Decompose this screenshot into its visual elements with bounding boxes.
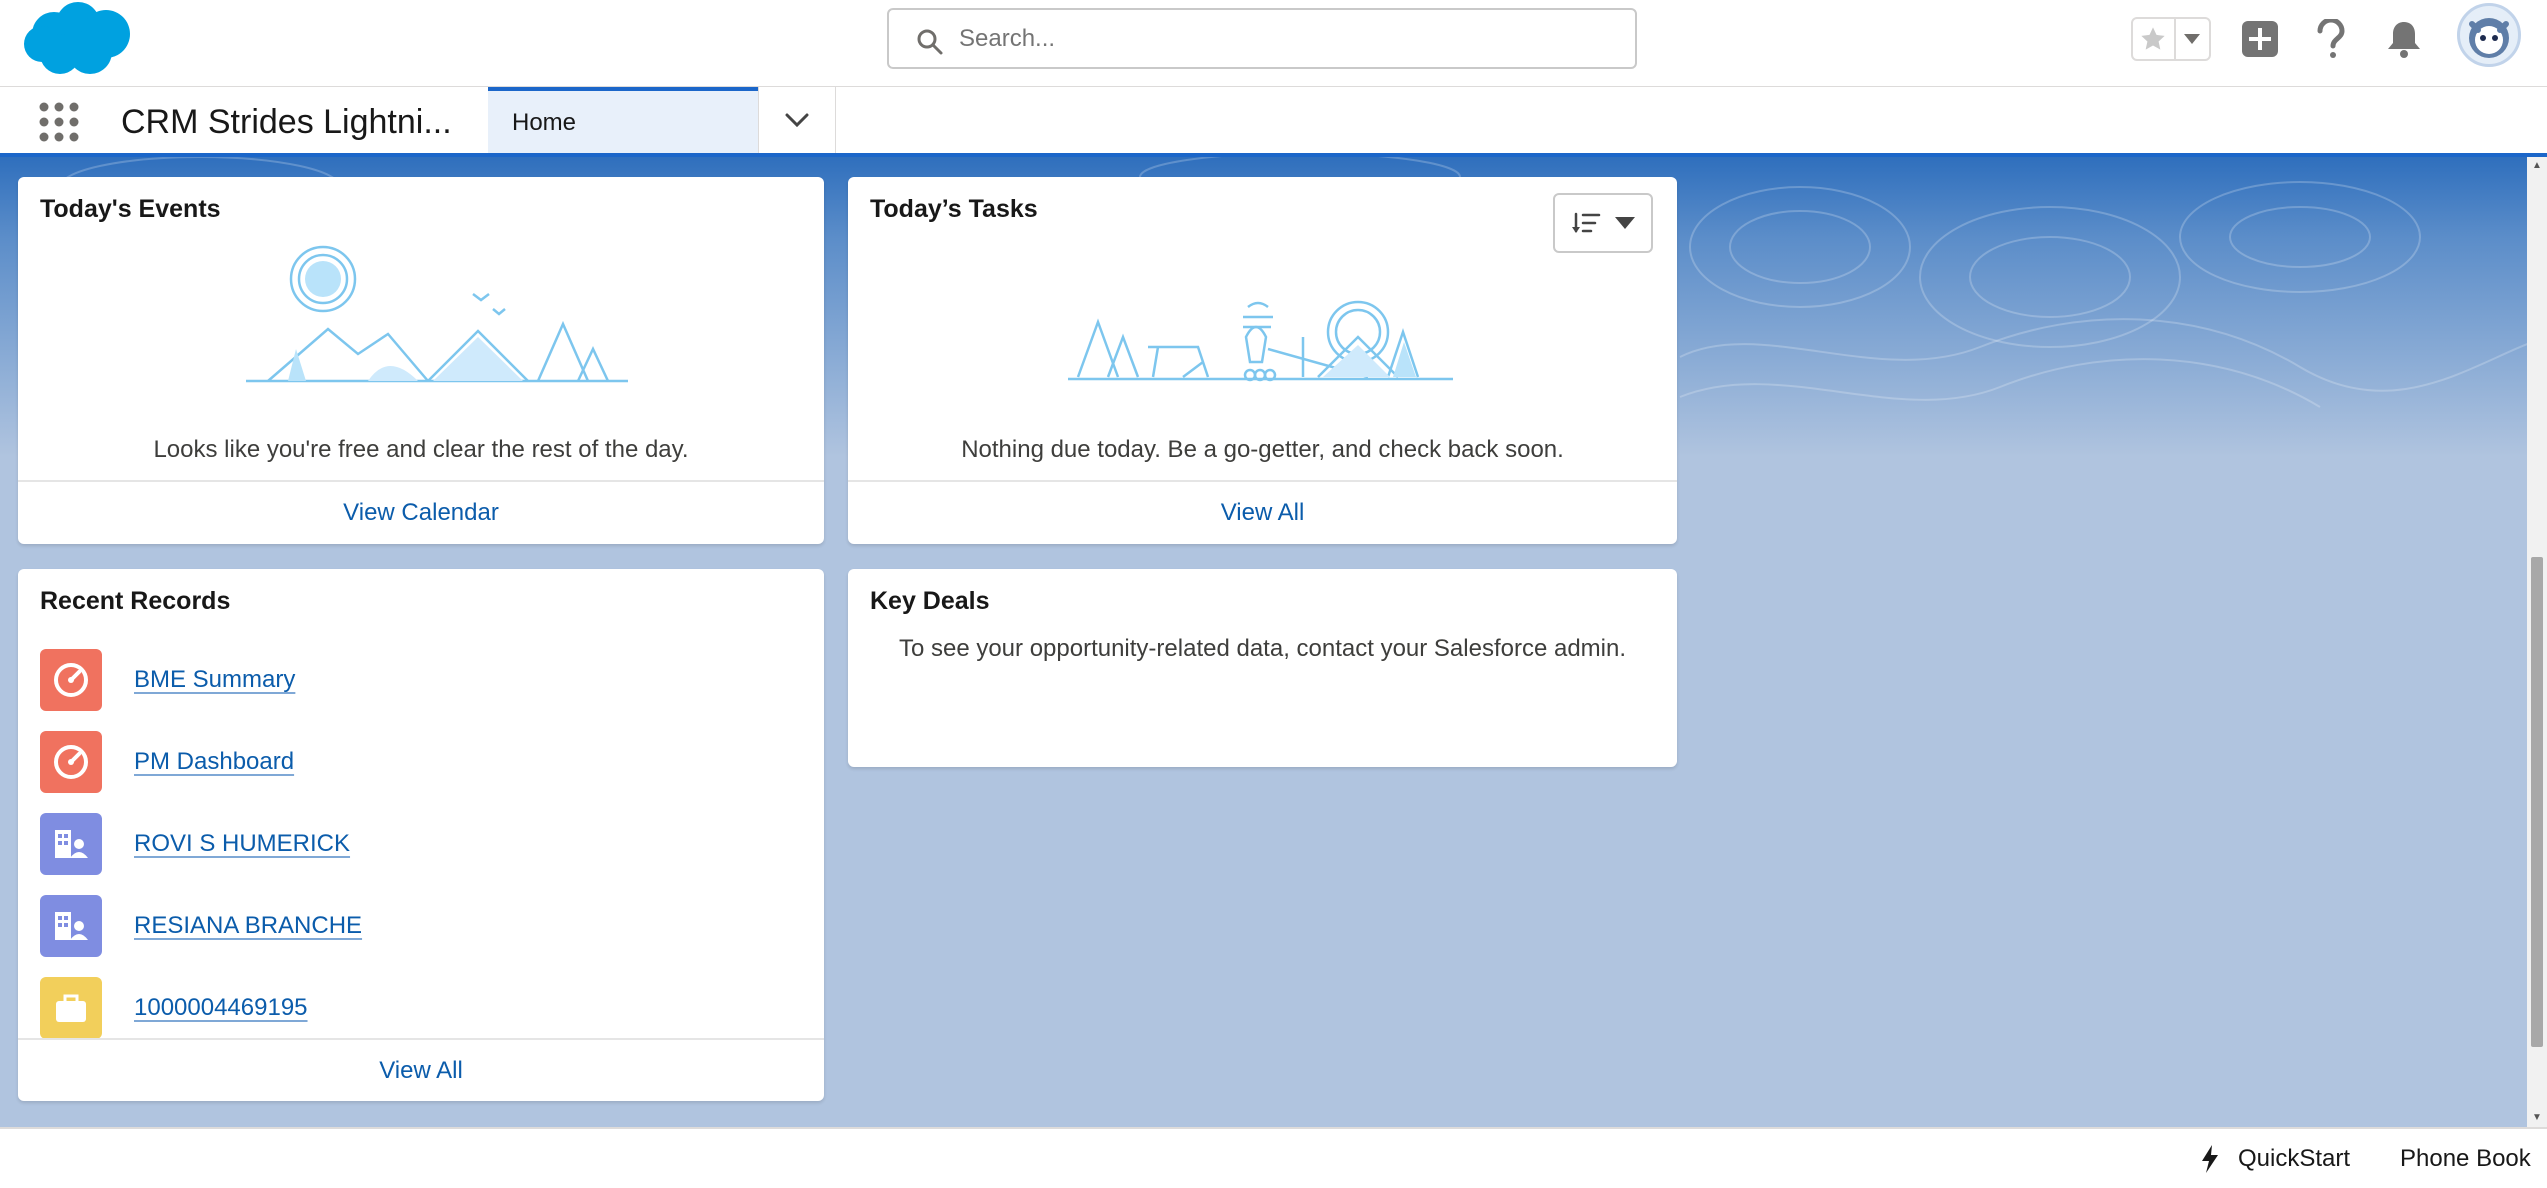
search-icon bbox=[917, 29, 943, 55]
phone-book-button[interactable]: Phone Book bbox=[2400, 1145, 2531, 1173]
task-sort-button[interactable] bbox=[1553, 193, 1653, 253]
recent-records-footer: View All bbox=[18, 1038, 824, 1101]
list-item: RESIANA BRANCHE bbox=[40, 885, 362, 967]
scroll-thumb[interactable] bbox=[2531, 557, 2543, 1047]
quickstart-label: QuickStart bbox=[2238, 1145, 2351, 1172]
help-icon bbox=[2317, 19, 2345, 58]
todays-tasks-title: Today’s Tasks bbox=[870, 195, 1038, 223]
list-item: 1000004469195 bbox=[40, 967, 362, 1049]
record-link-resiana-branche[interactable]: RESIANA BRANCHE bbox=[134, 912, 362, 940]
favorites-button[interactable] bbox=[2133, 19, 2176, 59]
app-name: CRM Strides Lightni... bbox=[121, 103, 452, 141]
search-input[interactable] bbox=[959, 20, 1609, 58]
global-search[interactable] bbox=[887, 8, 1637, 69]
tab-home-label: Home bbox=[512, 109, 577, 136]
nav-menu-button[interactable] bbox=[758, 87, 836, 153]
favorites-group bbox=[2131, 17, 2211, 61]
record-link-rovi-s-humerick[interactable]: ROVI S HUMERICK bbox=[134, 830, 350, 858]
caret-down-icon bbox=[1615, 217, 1635, 229]
todays-tasks-card: Today’s Tasks Nothing due today. Be a go… bbox=[848, 177, 1677, 544]
briefcase-icon bbox=[40, 977, 102, 1039]
caret-down-icon bbox=[2184, 34, 2201, 44]
star-icon bbox=[2141, 27, 2166, 50]
dashboard-icon bbox=[40, 731, 102, 793]
favorites-list-button[interactable] bbox=[2176, 19, 2209, 59]
app-launcher-icon[interactable] bbox=[38, 101, 80, 143]
sort-icon bbox=[1572, 212, 1601, 233]
todays-events-footer: View Calendar bbox=[18, 480, 824, 544]
navigation-bar: CRM Strides Lightni... Home bbox=[0, 87, 2547, 157]
tab-home[interactable]: Home bbox=[488, 87, 758, 153]
list-item: BME Summary bbox=[40, 639, 362, 721]
chevron-down-icon bbox=[785, 113, 809, 127]
quickstart-button[interactable]: QuickStart bbox=[2200, 1145, 2350, 1173]
record-link-pm-dashboard[interactable]: PM Dashboard bbox=[134, 748, 294, 776]
global-actions-button[interactable] bbox=[2237, 16, 2283, 62]
recent-records-card: Recent Records BME Summary PM Dashboard bbox=[18, 569, 824, 1101]
user-avatar[interactable] bbox=[2457, 3, 2521, 67]
list-item: ROVI S HUMERICK bbox=[40, 803, 362, 885]
recent-records-list: BME Summary PM Dashboard ROVI S HUMERICK… bbox=[40, 639, 362, 1049]
help-button[interactable] bbox=[2308, 16, 2354, 62]
lightning-icon bbox=[2202, 1145, 2218, 1173]
todays-tasks-footer: View All bbox=[848, 480, 1677, 544]
global-header bbox=[0, 0, 2547, 87]
relaxing-illustration bbox=[1068, 300, 1453, 382]
record-link-bme-summary[interactable]: BME Summary bbox=[134, 666, 295, 694]
notifications-button[interactable] bbox=[2381, 16, 2427, 62]
record-link-1000004469195[interactable]: 1000004469195 bbox=[134, 994, 308, 1022]
camping-illustration bbox=[246, 245, 628, 383]
view-all-records-link[interactable]: View All bbox=[379, 1057, 463, 1085]
key-deals-card: Key Deals To see your opportunity-relate… bbox=[848, 569, 1677, 767]
utility-bar: QuickStart Phone Book bbox=[0, 1127, 2547, 1188]
recent-records-title: Recent Records bbox=[40, 587, 231, 615]
astro-avatar-icon bbox=[2469, 18, 2509, 58]
scroll-up-arrow[interactable]: ▲ bbox=[2531, 159, 2543, 173]
bell-icon bbox=[2388, 22, 2420, 58]
todays-tasks-message: Nothing due today. Be a go-getter, and c… bbox=[961, 436, 1564, 463]
view-all-tasks-link[interactable]: View All bbox=[1221, 499, 1305, 527]
account-icon bbox=[40, 813, 102, 875]
key-deals-message: To see your opportunity-related data, co… bbox=[898, 635, 1627, 662]
plus-icon bbox=[2242, 21, 2278, 57]
page-scrollbar[interactable]: ▲ ▼ bbox=[2527, 157, 2547, 1127]
scroll-down-arrow[interactable]: ▼ bbox=[2531, 1111, 2543, 1125]
list-item: PM Dashboard bbox=[40, 721, 362, 803]
view-calendar-link[interactable]: View Calendar bbox=[343, 499, 499, 527]
todays-events-message: Looks like you're free and clear the res… bbox=[153, 436, 689, 463]
dashboard-icon bbox=[40, 649, 102, 711]
key-deals-title: Key Deals bbox=[870, 587, 990, 615]
account-icon bbox=[40, 895, 102, 957]
salesforce-logo[interactable] bbox=[22, 0, 134, 78]
phone-book-label: Phone Book bbox=[2400, 1145, 2531, 1172]
todays-events-title: Today's Events bbox=[40, 195, 221, 223]
todays-events-card: Today's Events Looks like you're free an… bbox=[18, 177, 824, 544]
